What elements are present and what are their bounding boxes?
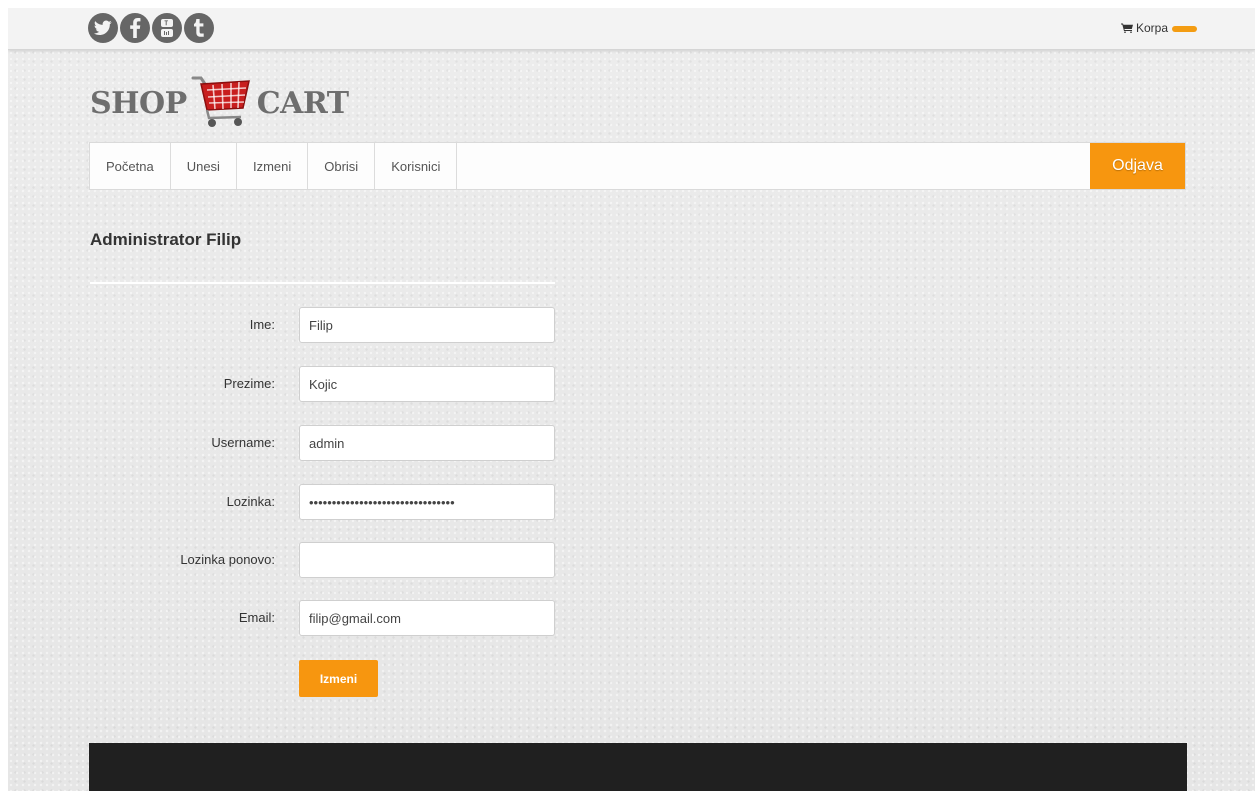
password-repeat-input[interactable]: [299, 542, 555, 578]
cart-link[interactable]: Korpa: [1120, 21, 1197, 35]
footer: [89, 743, 1187, 791]
page-title: Administrator Filip: [90, 230, 242, 249]
nav-item-korisnici[interactable]: Korisnici: [375, 143, 458, 189]
cart-count-badge: [1172, 26, 1197, 32]
last-name-row: Prezime:: [90, 366, 555, 402]
main-nav: Početna Unesi Izmeni Obrisi Korisnici Od…: [89, 142, 1186, 190]
password-row: Lozinka:: [90, 484, 555, 520]
nav-item-unesi[interactable]: Unesi: [171, 143, 237, 189]
password-input[interactable]: [299, 484, 555, 520]
youtube-icon[interactable]: [152, 13, 182, 43]
page: Korpa SHOP CART Početna Unesi Izmeni Obr…: [8, 8, 1255, 791]
logout-button[interactable]: Odjava: [1090, 143, 1185, 189]
password-repeat-label: Lozinka ponovo:: [180, 552, 275, 567]
top-bar: Korpa: [8, 8, 1255, 50]
first-name-row: Ime:: [90, 307, 555, 343]
first-name-label: Ime:: [249, 317, 275, 332]
nav-item-obrisi[interactable]: Obrisi: [308, 143, 376, 189]
email-input[interactable]: [299, 600, 555, 636]
twitter-icon[interactable]: [88, 13, 118, 43]
username-input[interactable]: [299, 425, 555, 461]
cart-label: Korpa: [1135, 21, 1168, 35]
email-label: Email:: [238, 610, 275, 625]
email-row: Email:: [90, 600, 555, 636]
last-name-input[interactable]: [299, 366, 555, 402]
title-divider: [90, 282, 555, 284]
last-name-label: Prezime:: [223, 376, 275, 391]
password-label: Lozinka:: [226, 494, 275, 509]
first-name-input[interactable]: [299, 307, 555, 343]
shopping-cart-logo-icon: [191, 72, 253, 135]
username-label: Username:: [211, 435, 275, 450]
nav-item-pocetna[interactable]: Početna: [90, 143, 171, 189]
site-logo[interactable]: SHOP CART: [90, 73, 349, 133]
username-row: Username:: [90, 425, 555, 461]
password-repeat-row: Lozinka ponovo:: [90, 542, 555, 578]
facebook-icon[interactable]: [120, 13, 150, 43]
logo-text-left: SHOP: [90, 85, 187, 121]
social-links: [88, 13, 214, 43]
cart-icon: [1120, 23, 1133, 33]
submit-button[interactable]: Izmeni: [299, 660, 378, 697]
nav-item-izmeni[interactable]: Izmeni: [237, 143, 309, 189]
logo-text-right: CART: [256, 85, 349, 121]
tumblr-icon[interactable]: [184, 13, 214, 43]
